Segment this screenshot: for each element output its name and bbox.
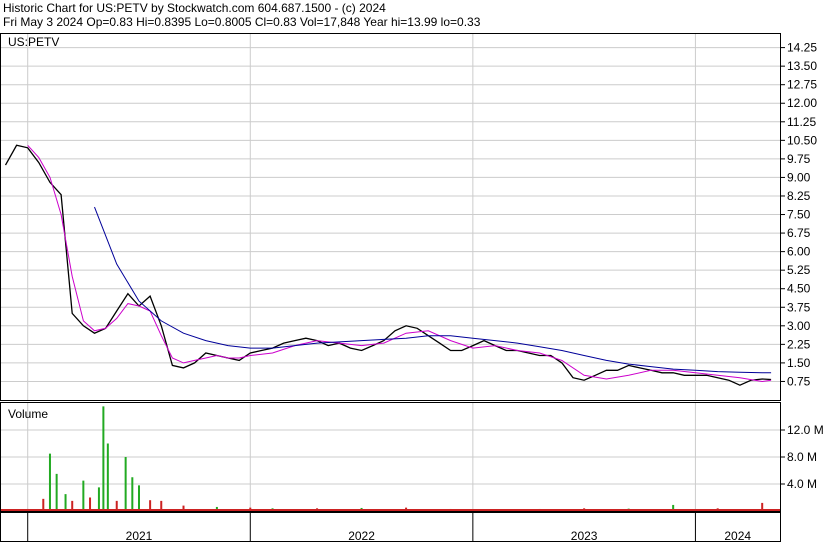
time-axis-panel — [0, 512, 781, 542]
price-tick-label: 10.50 — [787, 133, 817, 147]
volume-tick-label: 12.0 M — [787, 423, 824, 437]
price-tick-label: 3.75 — [787, 300, 811, 314]
price-tick-label: 4.50 — [787, 282, 811, 296]
price-tick-label: 9.00 — [787, 170, 811, 184]
volume-panel-title: Volume — [8, 407, 48, 421]
price-panel — [0, 33, 781, 401]
price-tick-label: 1.50 — [787, 356, 811, 370]
volume-bar — [102, 406, 105, 511]
volume-bar — [64, 494, 67, 511]
price-tick-label: 3.00 — [787, 319, 811, 333]
year-tick-label: 2024 — [724, 529, 751, 543]
volume-tick-label: 4.0 M — [787, 477, 817, 491]
price-tick-label: 12.00 — [787, 96, 817, 110]
volume-bar — [89, 497, 92, 511]
chart-window: Historic Chart for US:PETV by Stockwatch… — [0, 0, 830, 543]
volume-tick-label: 8.0 M — [787, 450, 817, 464]
price-tick-label: 5.25 — [787, 263, 811, 277]
price-tick-label: 12.75 — [787, 78, 817, 92]
price-tick-label: 14.25 — [787, 41, 817, 55]
price-tick-label: 11.25 — [787, 115, 816, 129]
volume-bar — [97, 487, 100, 511]
price-tick-label: 6.00 — [787, 245, 811, 259]
volume-bar — [106, 443, 109, 511]
year-tick-label: 2023 — [571, 529, 598, 543]
price-tick-label: 0.75 — [787, 374, 811, 388]
price-tick-label: 8.25 — [787, 189, 811, 203]
volume-bar — [55, 473, 58, 511]
year-tick-label: 2022 — [348, 529, 375, 543]
volume-bar — [48, 453, 51, 511]
volume-bar — [137, 485, 140, 511]
volume-bar — [82, 480, 85, 511]
chart-canvas: 14.25 13.50 12.75 12.00 11.25 10.50 9.75 9.00 8.… — [0, 33, 824, 543]
year-tick-label: 2021 — [126, 529, 153, 543]
price-tick-label: 13.50 — [787, 59, 817, 73]
price-tick-label: 7.50 — [787, 208, 811, 222]
price-panel-title: US:PETV — [8, 35, 59, 49]
volume-bar — [131, 477, 134, 511]
price-tick-label: 2.25 — [787, 337, 811, 351]
price-tick-label: 6.75 — [787, 226, 811, 240]
price-tick-label: 9.75 — [787, 152, 811, 166]
volume-bar — [124, 457, 127, 511]
